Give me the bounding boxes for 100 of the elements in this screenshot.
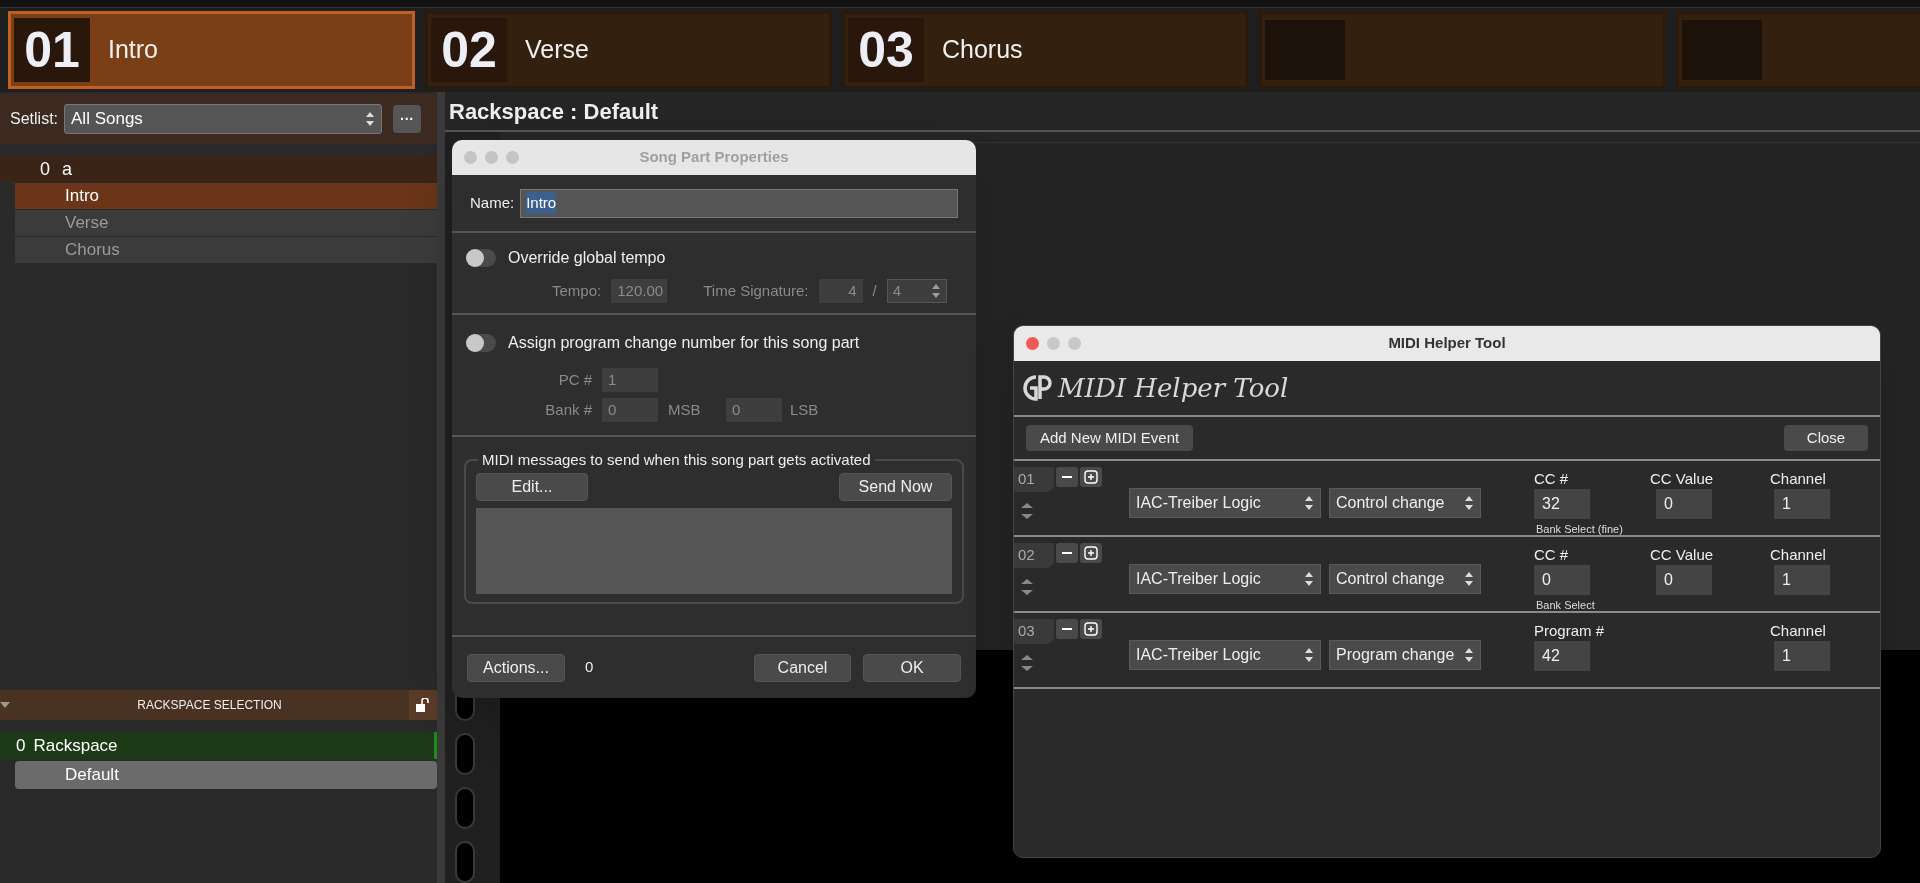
duplicate-button[interactable] [1080,467,1102,487]
song-row[interactable]: 0 a [0,156,437,182]
up-down-arrows-icon [930,283,941,299]
song-part-number: 03 [848,18,924,82]
event-number: 02 [1014,543,1054,568]
column-label: CC # [1534,470,1569,488]
caption: Bank Select [1536,598,1595,613]
dropdown[interactable]: IAC-Treiber Logic [1129,640,1321,670]
rackspace-header-title: RACKSPACE SELECTION [136,697,283,714]
song-number: 0 [40,157,50,181]
column-label: CC Value [1650,546,1714,564]
bank-label: Bank # [544,399,593,420]
caption: Bank Select (fine) [1536,522,1623,537]
minus-icon [1062,552,1072,554]
duplicate-button[interactable] [1080,619,1102,639]
up-down-arrows-icon [1464,571,1474,587]
helper-title: MIDI Helper Tool [1388,333,1506,354]
up-down-arrows-icon [1304,495,1314,511]
remove-button[interactable] [1056,543,1078,563]
pc-label: PC # [557,369,593,390]
toggle-switch[interactable] [466,334,496,352]
edit-button[interactable]: Edit... [476,473,588,501]
song-part-name: Chorus [942,34,1023,66]
slash-separator: / [872,280,877,301]
minus-icon [1062,628,1072,630]
up-down-arrows-icon [1464,647,1474,663]
up-down-arrows-icon [1464,495,1474,511]
dropdown[interactable]: Program change [1329,640,1481,670]
ok-button[interactable]: OK [863,653,961,682]
plus-box-icon [1084,470,1098,484]
rackspace-name: Rackspace [33,734,118,757]
dropdown[interactable]: Control change [1329,488,1481,518]
rackspace-row[interactable]: 0 Rackspace [0,732,437,759]
song-part-name: Intro [108,34,159,66]
rackspace-title: Rackspace : Default [449,97,659,126]
column-label: Channel [1770,622,1826,640]
column-label: CC Value [1650,470,1714,488]
plus-box-icon [1084,622,1098,636]
lsb-label: LSB [789,399,820,420]
number-field[interactable]: 1 [1774,641,1830,671]
tempo-label: Tempo: [552,280,602,301]
song-part-row[interactable]: Chorus [15,237,437,263]
number-field[interactable]: 0 [1656,565,1712,595]
logo-icon [1022,373,1052,403]
number-field[interactable]: 42 [1534,641,1590,671]
song-part-tab[interactable]: 02 Verse [425,11,832,89]
number-field[interactable]: 32 [1534,489,1590,519]
up-down-arrows-icon [1304,647,1314,663]
rackspace-number: 0 [16,734,26,757]
toggle-label: Override global tempo [508,248,666,268]
setlist-dropdown[interactable]: All Songs [64,104,382,134]
number-field[interactable]: 0 [1534,565,1590,595]
event-number: 03 [1014,619,1054,644]
event-number: 01 [1014,467,1054,492]
setlist-label: Setlist: [10,109,58,129]
time-signature-label: Time Signature: [703,280,809,301]
number-field[interactable]: 1 [1774,489,1830,519]
dropdown[interactable]: IAC-Treiber Logic [1129,488,1321,518]
remove-button[interactable] [1056,619,1078,639]
logo-title: MIDI Helper Tool [1058,371,1289,405]
song-part-name: Verse [525,34,589,66]
number-field[interactable]: 0 [1656,489,1712,519]
column-label: Program # [1534,622,1605,640]
up-down-arrows-icon [365,111,375,127]
name-label: Name: [470,192,515,213]
more-button[interactable]: ··· [393,105,421,133]
variation-row[interactable]: Default [15,761,437,789]
song-part-number: 01 [14,18,90,82]
song-name: a [62,157,73,181]
name-field[interactable]: Intro [520,188,958,218]
song-part-tab[interactable]: 03 Chorus [842,11,1249,89]
open-padlock-icon [416,698,430,712]
minus-icon [1062,476,1072,478]
duplicate-button[interactable] [1080,543,1102,563]
song-part-tab[interactable]: 01 Intro [8,11,415,89]
number-field[interactable]: 1 [1774,565,1830,595]
toggle-switch[interactable] [466,249,496,267]
column-label: Channel [1770,546,1826,564]
song-part-row[interactable]: Intro [15,183,437,209]
actions-button[interactable]: Actions... [467,653,565,682]
song-part-row[interactable]: Verse [15,210,437,236]
dropdown[interactable]: IAC-Treiber Logic [1129,564,1321,594]
remove-button[interactable] [1056,467,1078,487]
actions-count: 0 [585,657,594,678]
close-button[interactable]: Close [1784,425,1868,451]
toggle-label: Assign program change number for this song part [508,333,860,353]
column-label: Channel [1770,470,1826,488]
column-label: CC # [1534,546,1569,564]
dropdown[interactable]: Control change [1329,564,1481,594]
msb-label: MSB [667,399,702,420]
lock-button[interactable] [409,690,437,720]
collapse-caret-icon [0,702,10,708]
send-now-button[interactable]: Send Now [839,473,952,501]
up-down-arrows-icon [1304,571,1314,587]
window-control-icon[interactable] [1026,337,1039,350]
plus-box-icon [1084,546,1098,560]
dialog-title: Song Part Properties [639,147,789,168]
add-event-button[interactable]: Add New MIDI Event [1026,425,1194,451]
cancel-button[interactable]: Cancel [754,653,851,682]
song-part-number: 02 [431,18,507,82]
